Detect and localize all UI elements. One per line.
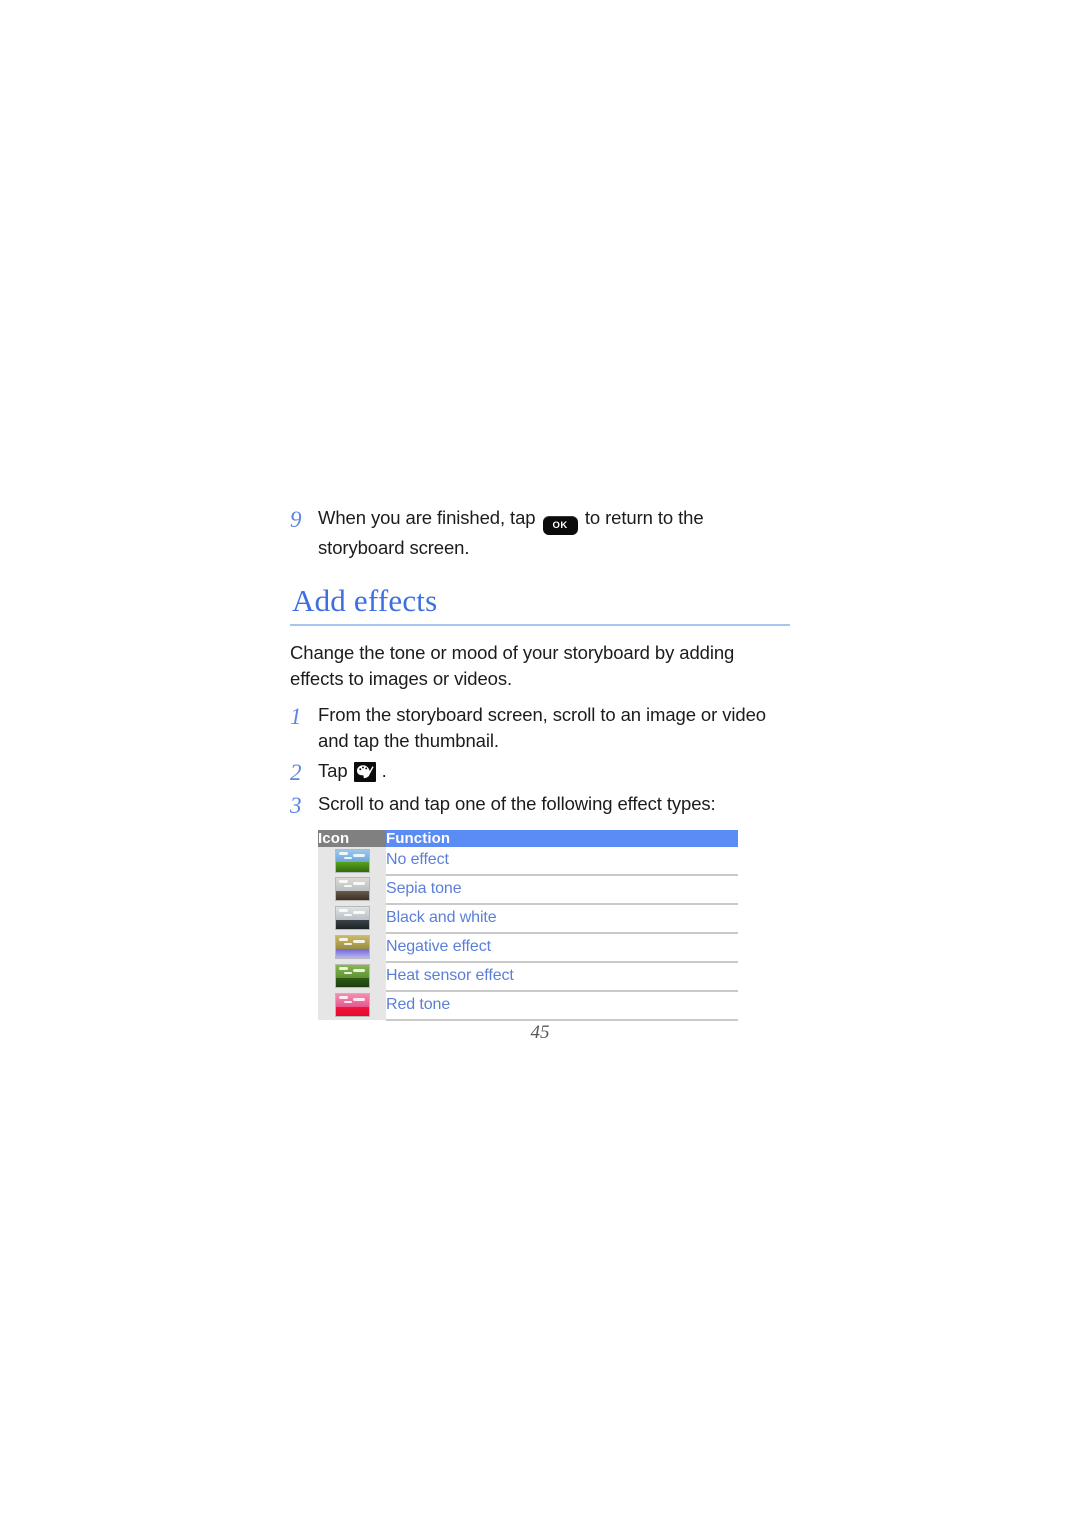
table-row[interactable]: Negative effect [318, 932, 738, 963]
effect-label-cell[interactable]: Sepia tone [386, 874, 738, 905]
effect-thumbnail-cell[interactable] [318, 961, 386, 991]
thumbnail-cloud [338, 909, 348, 912]
thumbnail-sky [335, 878, 369, 891]
step-number: 3 [290, 792, 302, 818]
section-intro: Change the tone or mood of your storyboa… [290, 641, 735, 689]
thumbnail-black-and-white[interactable] [334, 906, 370, 930]
thumbnail-heat-sensor-effect[interactable] [334, 964, 370, 988]
column-header-icon: Icon [318, 829, 386, 847]
thumbnail-ground [335, 977, 369, 987]
table-row[interactable]: Sepia tone [318, 874, 738, 905]
effect-thumbnail-cell[interactable] [318, 932, 386, 962]
thumbnail-sepia-tone[interactable] [334, 877, 370, 901]
thumbnail-ground [335, 862, 369, 872]
thumbnail-sky [335, 907, 369, 920]
step-text: From the storyboard screen, scroll to an… [318, 703, 766, 751]
step-text: Scroll to and tap one of the following e… [318, 792, 716, 814]
thumbnail-cloud [352, 911, 365, 914]
step-9: 9 When you are finished, tap OK to retur… [290, 505, 790, 561]
table-row[interactable]: Red tone [318, 990, 738, 1021]
thumbnail-ground [335, 919, 369, 929]
step-number: 9 [290, 507, 302, 532]
effect-label-cell[interactable]: No effect [386, 846, 738, 876]
thumbnail-cloud [343, 943, 352, 945]
table-header: Icon Function [318, 829, 738, 847]
thumbnail-cloud [338, 996, 348, 999]
effects-table: Icon Function No effect Sepia tone Black a… [318, 829, 738, 1021]
effect-label-cell[interactable]: Red tone [386, 990, 738, 1021]
page-number: 45 [530, 1022, 550, 1043]
effect-label-cell[interactable]: Black and white [386, 903, 738, 934]
effect-thumbnail-cell[interactable] [318, 874, 386, 904]
thumbnail-cloud [338, 880, 348, 883]
effect-thumbnail-cell[interactable] [318, 903, 386, 933]
table-body: No effect Sepia tone Black and white Negati… [318, 846, 738, 1021]
thumbnail-ground [335, 1006, 369, 1016]
thumbnail-cloud [343, 1001, 352, 1003]
column-header-function: Function [386, 829, 738, 847]
thumbnail-cloud [343, 856, 352, 859]
thumbnail-ground [335, 948, 369, 958]
section-heading-block: Add effects [290, 583, 790, 626]
thumbnail-cloud [352, 998, 365, 1001]
effect-thumbnail-cell[interactable] [318, 990, 386, 1020]
table-row[interactable]: Heat sensor effect [318, 961, 738, 992]
thumbnail-cloud [338, 967, 348, 970]
step-number: 1 [290, 703, 302, 729]
thumbnail-sky [335, 965, 369, 978]
step-text: Tap . [318, 758, 790, 784]
step-text-before: When you are finished, tap [318, 507, 536, 528]
thumbnail-sky [335, 936, 369, 949]
page-content: 9 When you are finished, tap OK to retur… [290, 505, 790, 1021]
thumbnail-cloud [352, 969, 365, 972]
step-number: 2 [290, 759, 302, 785]
manual-page: 9 When you are finished, tap OK to retur… [0, 0, 1080, 1527]
palette-glyph [356, 764, 374, 778]
thumbnail-sky [335, 994, 369, 1007]
thumbnail-cloud [343, 914, 352, 916]
palette-icon[interactable] [353, 761, 376, 782]
step-2: 2 Tap . [290, 758, 790, 787]
thumbnail-cloud [343, 972, 352, 974]
thumbnail-sky [335, 849, 369, 863]
step-text-before: Tap [318, 759, 348, 781]
thumbnail-cloud [352, 940, 365, 943]
thumbnail-negative-effect[interactable] [334, 935, 370, 959]
table-row[interactable]: No effect [318, 846, 738, 876]
table-row[interactable]: Black and white [318, 903, 738, 934]
ok-icon[interactable]: OK [542, 516, 578, 535]
thumbnail-cloud [338, 851, 348, 855]
step-text: When you are finished, tap OK to return … [318, 505, 790, 561]
thumbnail-cloud [338, 938, 348, 941]
page-title: Add effects [292, 583, 438, 618]
table-header-row: Icon Function [318, 829, 738, 847]
step-1: 1 From the storyboard screen, scroll to … [290, 702, 790, 754]
thumbnail-no-effect[interactable] [334, 848, 370, 873]
thumbnail-ground [335, 890, 369, 900]
thumbnail-cloud [352, 853, 365, 857]
effect-label-cell[interactable]: Negative effect [386, 932, 738, 963]
step-3: 3 Scroll to and tap one of the following… [290, 791, 790, 820]
thumbnail-cloud [352, 882, 365, 885]
thumbnail-cloud [343, 885, 352, 887]
heading-divider [290, 624, 790, 626]
step-text-after: . [381, 759, 387, 781]
effect-label-cell[interactable]: Heat sensor effect [386, 961, 738, 992]
effect-thumbnail-cell[interactable] [318, 846, 386, 875]
thumbnail-red-tone[interactable] [334, 993, 370, 1017]
